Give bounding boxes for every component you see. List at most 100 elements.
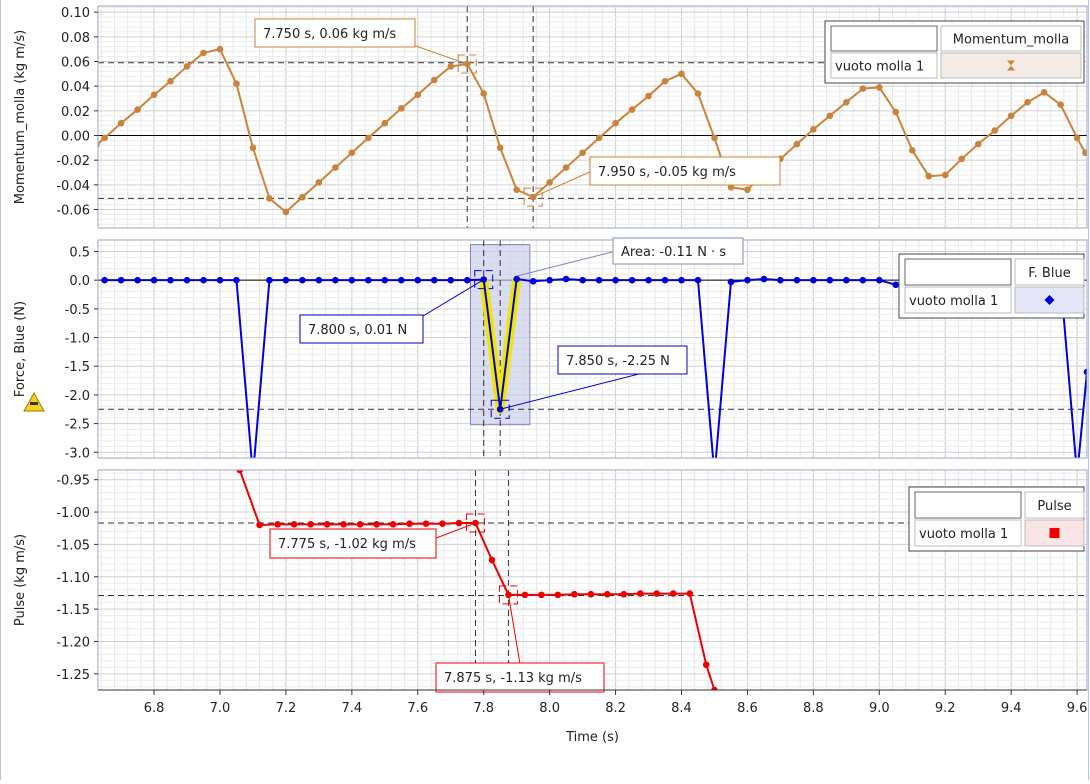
data-point[interactable] — [669, 590, 677, 597]
data-point[interactable] — [678, 70, 685, 78]
data-point[interactable] — [315, 276, 323, 284]
legend[interactable]: F. Blue vuoto molla 1 — [898, 253, 1085, 319]
data-point[interactable] — [134, 106, 141, 113]
data-point[interactable] — [645, 276, 652, 284]
data-point[interactable] — [496, 144, 504, 152]
data-point[interactable] — [315, 179, 323, 186]
data-point[interactable] — [200, 49, 207, 57]
data-point[interactable] — [356, 521, 364, 528]
data-point[interactable] — [925, 172, 933, 180]
data-point[interactable] — [266, 276, 273, 284]
data-point[interactable] — [274, 521, 281, 528]
data-point[interactable] — [1057, 101, 1064, 108]
data-point[interactable] — [447, 276, 455, 284]
data-point[interactable] — [290, 521, 298, 528]
data-point[interactable] — [389, 521, 397, 528]
data-point[interactable] — [612, 276, 619, 284]
data-point[interactable] — [810, 276, 817, 284]
data-point[interactable] — [579, 149, 586, 157]
data-point[interactable] — [628, 276, 636, 284]
data-point[interactable] — [859, 85, 867, 92]
data-point[interactable] — [661, 276, 669, 284]
data-point[interactable] — [628, 106, 636, 113]
data-point[interactable] — [876, 276, 883, 284]
data-point[interactable] — [167, 276, 174, 284]
data-point[interactable] — [397, 105, 405, 112]
data-point[interactable] — [282, 276, 290, 284]
data-point[interactable] — [595, 134, 603, 142]
data-point[interactable] — [529, 278, 537, 285]
data-point[interactable] — [958, 155, 966, 163]
data-point[interactable] — [686, 590, 694, 597]
data-point[interactable] — [256, 521, 263, 529]
data-point[interactable] — [694, 90, 702, 97]
data-point[interactable] — [554, 591, 562, 599]
graph-panel-2[interactable]: -3.0 -2.5 -2.0 -1.5 -1.0 -0.5 0.0 0.5 Force, Blu… — [13, 237, 1090, 479]
data-point[interactable] — [455, 519, 463, 527]
data-point[interactable] — [521, 591, 529, 599]
data-point[interactable] — [348, 149, 356, 157]
data-point[interactable] — [546, 276, 553, 284]
data-point[interactable] — [777, 276, 784, 284]
data-point[interactable] — [1073, 134, 1081, 142]
data-point[interactable] — [406, 520, 413, 528]
data-point[interactable] — [249, 144, 257, 152]
data-point[interactable] — [439, 520, 446, 528]
data-point[interactable] — [843, 276, 850, 284]
data-point[interactable] — [727, 278, 735, 286]
data-point[interactable] — [562, 164, 570, 171]
data-point[interactable] — [859, 276, 867, 284]
data-point[interactable] — [101, 276, 108, 284]
data-point[interactable] — [348, 276, 356, 284]
data-point[interactable] — [760, 275, 768, 283]
data-point[interactable] — [810, 126, 817, 133]
data-point[interactable] — [587, 590, 595, 598]
data-point[interactable] — [414, 91, 422, 99]
data-point[interactable] — [480, 276, 488, 283]
data-point[interactable] — [430, 276, 438, 284]
legend[interactable]: Pulse vuoto molla 1 — [908, 486, 1085, 552]
data-point[interactable] — [381, 119, 389, 127]
data-point[interactable] — [538, 591, 545, 599]
data-point[interactable] — [299, 193, 306, 201]
data-point[interactable] — [422, 520, 430, 528]
data-point[interactable] — [299, 276, 306, 284]
data-point[interactable] — [892, 108, 900, 116]
data-point[interactable] — [117, 276, 125, 284]
data-point[interactable] — [744, 186, 751, 194]
graph-panel-1[interactable]: -0.06 -0.04 -0.02 0.00 0.02 0.04 0.06 0.08 0.10 M… — [13, 5, 1089, 229]
data-point[interactable] — [216, 45, 224, 53]
data-point[interactable] — [430, 76, 438, 84]
data-point[interactable] — [513, 275, 520, 283]
data-point[interactable] — [826, 112, 834, 120]
data-point[interactable] — [579, 276, 586, 284]
data-point[interactable] — [595, 276, 603, 284]
data-point[interactable] — [876, 84, 883, 91]
data-point[interactable] — [183, 63, 191, 70]
data-point[interactable] — [793, 276, 801, 284]
data-point[interactable] — [233, 80, 240, 87]
data-point[interactable] — [571, 590, 578, 598]
data-point[interactable] — [332, 164, 339, 171]
data-point[interactable] — [307, 521, 314, 528]
data-point[interactable] — [340, 521, 347, 528]
data-point[interactable] — [365, 134, 372, 142]
data-point[interactable] — [843, 98, 850, 106]
data-point[interactable] — [101, 134, 108, 142]
data-point[interactable] — [447, 63, 455, 70]
data-point[interactable] — [941, 171, 949, 179]
data-point[interactable] — [826, 276, 834, 284]
data-point[interactable] — [117, 119, 125, 127]
data-point[interactable] — [645, 92, 652, 100]
data-point[interactable] — [678, 276, 685, 284]
data-point[interactable] — [381, 276, 389, 284]
data-point[interactable] — [183, 276, 191, 284]
data-point[interactable] — [604, 590, 611, 598]
data-point[interactable] — [1007, 112, 1015, 120]
data-point[interactable] — [694, 276, 702, 284]
data-point[interactable] — [793, 140, 801, 148]
data-point[interactable] — [908, 147, 916, 154]
data-point[interactable] — [892, 281, 900, 289]
data-point[interactable] — [480, 90, 488, 97]
data-point[interactable] — [373, 521, 380, 528]
